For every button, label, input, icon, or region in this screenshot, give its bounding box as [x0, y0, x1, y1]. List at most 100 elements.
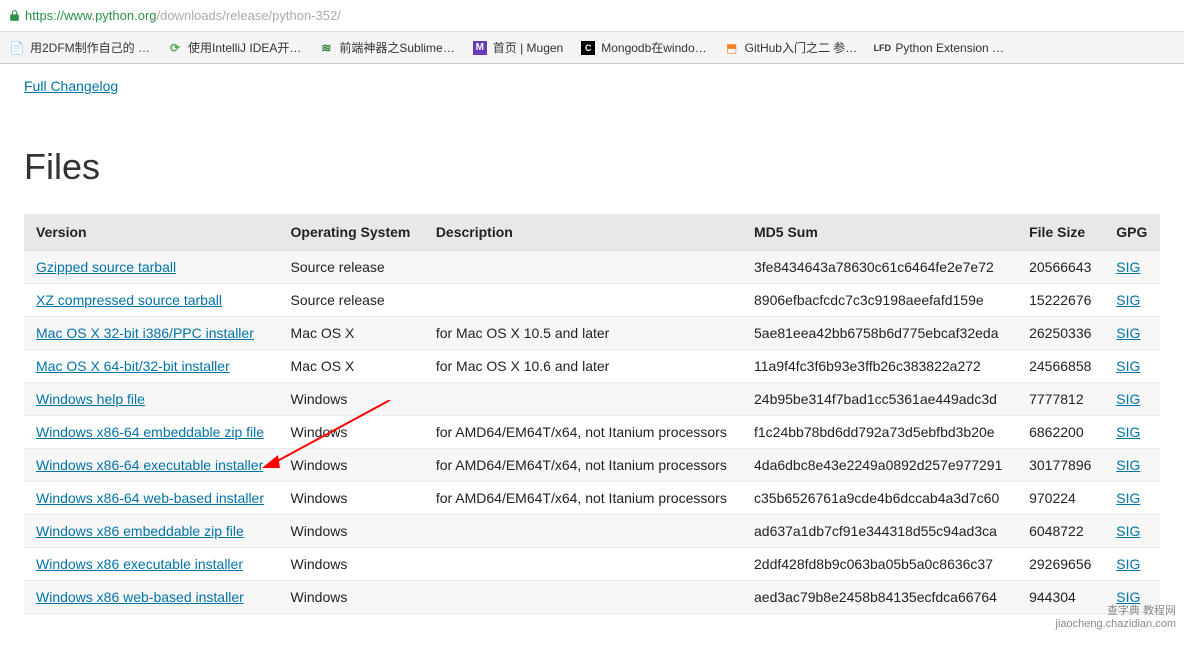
desc-cell: for Mac OS X 10.6 and later — [424, 350, 742, 383]
desc-cell — [424, 548, 742, 581]
size-cell: 15222676 — [1017, 284, 1104, 317]
watermark-line2: jiaocheng.chazidian.com — [1056, 618, 1176, 630]
bookmark-item[interactable]: ⟳使用IntelliJ IDEA开… — [168, 39, 301, 56]
version-link[interactable]: Windows x86-64 embeddable zip file — [36, 424, 264, 440]
gpg-link[interactable]: SIG — [1116, 325, 1140, 341]
bookmark-label: 首页 | Mugen — [493, 39, 563, 56]
github-icon: ⬒ — [725, 41, 739, 55]
os-cell: Windows — [279, 482, 424, 515]
version-link[interactable]: Mac OS X 64-bit/32-bit installer — [36, 358, 230, 374]
th-gpg: GPG — [1104, 214, 1160, 251]
mongo-icon: C — [581, 41, 595, 55]
table-row: Windows x86-64 executable installerWindo… — [24, 449, 1160, 482]
os-cell: Mac OS X — [279, 350, 424, 383]
table-row: Windows x86 executable installerWindows2… — [24, 548, 1160, 581]
bookmark-item[interactable]: 📄 用2DFM制作自己的 … — [10, 39, 150, 56]
bookmark-label: 使用IntelliJ IDEA开… — [188, 39, 301, 56]
size-cell: 6048722 — [1017, 515, 1104, 548]
th-size: File Size — [1017, 214, 1104, 251]
gpg-link[interactable]: SIG — [1116, 391, 1140, 407]
desc-cell — [424, 251, 742, 284]
th-desc: Description — [424, 214, 742, 251]
md5-cell: 11a9f4fc3f6b93e3ffb26c383822a272 — [742, 350, 1017, 383]
bookmark-label: GitHub入门之二 参… — [745, 39, 858, 56]
desc-cell — [424, 284, 742, 317]
table-row: Windows help fileWindows24b95be314f7bad1… — [24, 383, 1160, 416]
md5-cell: c35b6526761a9cde4b6dccab4a3d7c60 — [742, 482, 1017, 515]
page-content: Full Changelog Files Version Operating S… — [0, 64, 1184, 654]
table-row: Windows x86-64 web-based installer Window… — [24, 482, 1160, 515]
gpg-link[interactable]: SIG — [1116, 457, 1140, 473]
md5-cell: aed3ac79b8e2458b84135ecfdca66764 — [742, 581, 1017, 614]
version-link[interactable]: Windows help file — [36, 391, 145, 407]
table-row: Windows x86-64 embeddable zip file Window… — [24, 416, 1160, 449]
bookmark-label: Python Extension … — [895, 41, 1004, 55]
gpg-link[interactable]: SIG — [1116, 424, 1140, 440]
bookmark-item[interactable]: M 首页 | Mugen — [473, 39, 563, 56]
bookmark-label: 前端神器之Sublime… — [339, 39, 454, 56]
os-cell: Source release — [279, 284, 424, 317]
lfd-icon: LFD — [875, 41, 889, 55]
md5-cell: 2ddf428fd8b9c063ba05b5a0c8636c37 — [742, 548, 1017, 581]
url-path: /downloads/release/python-352/ — [157, 8, 341, 23]
size-cell: 7777812 — [1017, 383, 1104, 416]
os-cell: Windows — [279, 515, 424, 548]
os-cell: Source release — [279, 251, 424, 284]
address-bar[interactable]: https://www.python.org/downloads/release… — [0, 0, 1184, 32]
watermark-line1: 查字典 教程网 — [1056, 602, 1176, 618]
size-cell: 20566643 — [1017, 251, 1104, 284]
bookmark-item[interactable]: LFD Python Extension … — [875, 41, 1004, 55]
table-row: Mac OS X 32-bit i386/PPC installer Mac OS… — [24, 317, 1160, 350]
desc-cell — [424, 581, 742, 614]
bookmark-label: 用2DFM制作自己的 … — [30, 39, 150, 56]
os-cell: Windows — [279, 581, 424, 614]
size-cell: 30177896 — [1017, 449, 1104, 482]
version-link[interactable]: XZ compressed source tarball — [36, 292, 222, 308]
version-link[interactable]: Mac OS X 32-bit i386/PPC installer — [36, 325, 254, 341]
gpg-link[interactable]: SIG — [1116, 490, 1140, 506]
page-icon: 📄 — [10, 41, 24, 55]
desc-cell: for AMD64/EM64T/x64, not Itanium process… — [424, 449, 742, 482]
desc-cell: for AMD64/EM64T/x64, not Itanium process… — [424, 482, 742, 515]
version-link[interactable]: Gzipped source tarball — [36, 259, 176, 275]
lock-icon — [8, 9, 21, 22]
md5-cell: 4da6dbc8e43e2249a0892d257e977291 — [742, 449, 1017, 482]
sublime-icon: ≋ — [319, 41, 333, 55]
mugen-icon: M — [473, 41, 487, 55]
md5-cell: 8906efbacfcdc7c3c9198aeefafd159e — [742, 284, 1017, 317]
gpg-link[interactable]: SIG — [1116, 292, 1140, 308]
table-row: Mac OS X 64-bit/32-bit installer Mac OS X… — [24, 350, 1160, 383]
os-cell: Windows — [279, 383, 424, 416]
watermark: 查字典 教程网 jiaocheng.chazidian.com — [1056, 602, 1176, 630]
bookmark-item[interactable]: ≋ 前端神器之Sublime… — [319, 39, 454, 56]
desc-cell — [424, 515, 742, 548]
os-cell: Windows — [279, 416, 424, 449]
md5-cell: 5ae81eea42bb6758b6d775ebcaf32eda — [742, 317, 1017, 350]
table-row: Windows x86 embeddable zip file Windows ad… — [24, 515, 1160, 548]
md5-cell: f1c24bb78bd6dd792a73d5ebfbd3b20e — [742, 416, 1017, 449]
th-version: Version — [24, 214, 279, 251]
gpg-link[interactable]: SIG — [1116, 523, 1140, 539]
os-cell: Mac OS X — [279, 317, 424, 350]
version-link[interactable]: Windows x86-64 web-based installer — [36, 490, 264, 506]
size-cell: 29269656 — [1017, 548, 1104, 581]
bookmark-item[interactable]: CMongodb在windo… — [581, 39, 706, 56]
changelog-link[interactable]: Full Changelog — [24, 78, 118, 94]
url-host: https://www.python.org — [25, 8, 157, 23]
bookmarks-bar: 📄 用2DFM制作自己的 … ⟳使用IntelliJ IDEA开… ≋ 前端神器之S… — [0, 32, 1184, 64]
gpg-link[interactable]: SIG — [1116, 556, 1140, 572]
size-cell: 24566858 — [1017, 350, 1104, 383]
table-row: Gzipped source tarball Source release 3fe8… — [24, 251, 1160, 284]
gpg-link[interactable]: SIG — [1116, 259, 1140, 275]
version-link[interactable]: Windows x86 executable installer — [36, 556, 243, 572]
version-link[interactable]: Windows x86 web-based installer — [36, 589, 244, 605]
desc-cell: for AMD64/EM64T/x64, not Itanium process… — [424, 416, 742, 449]
gpg-link[interactable]: SIG — [1116, 358, 1140, 374]
bookmark-item[interactable]: ⬒ GitHub入门之二 参… — [725, 39, 858, 56]
desc-cell: for Mac OS X 10.5 and later — [424, 317, 742, 350]
table-row: XZ compressed source tarball Source relea… — [24, 284, 1160, 317]
version-link[interactable]: Windows x86-64 executable installer — [36, 457, 263, 473]
md5-cell: 3fe8434643a78630c61c6464fe2e7e72 — [742, 251, 1017, 284]
version-link[interactable]: Windows x86 embeddable zip file — [36, 523, 244, 539]
md5-cell: ad637a1db7cf91e344318d55c94ad3ca — [742, 515, 1017, 548]
